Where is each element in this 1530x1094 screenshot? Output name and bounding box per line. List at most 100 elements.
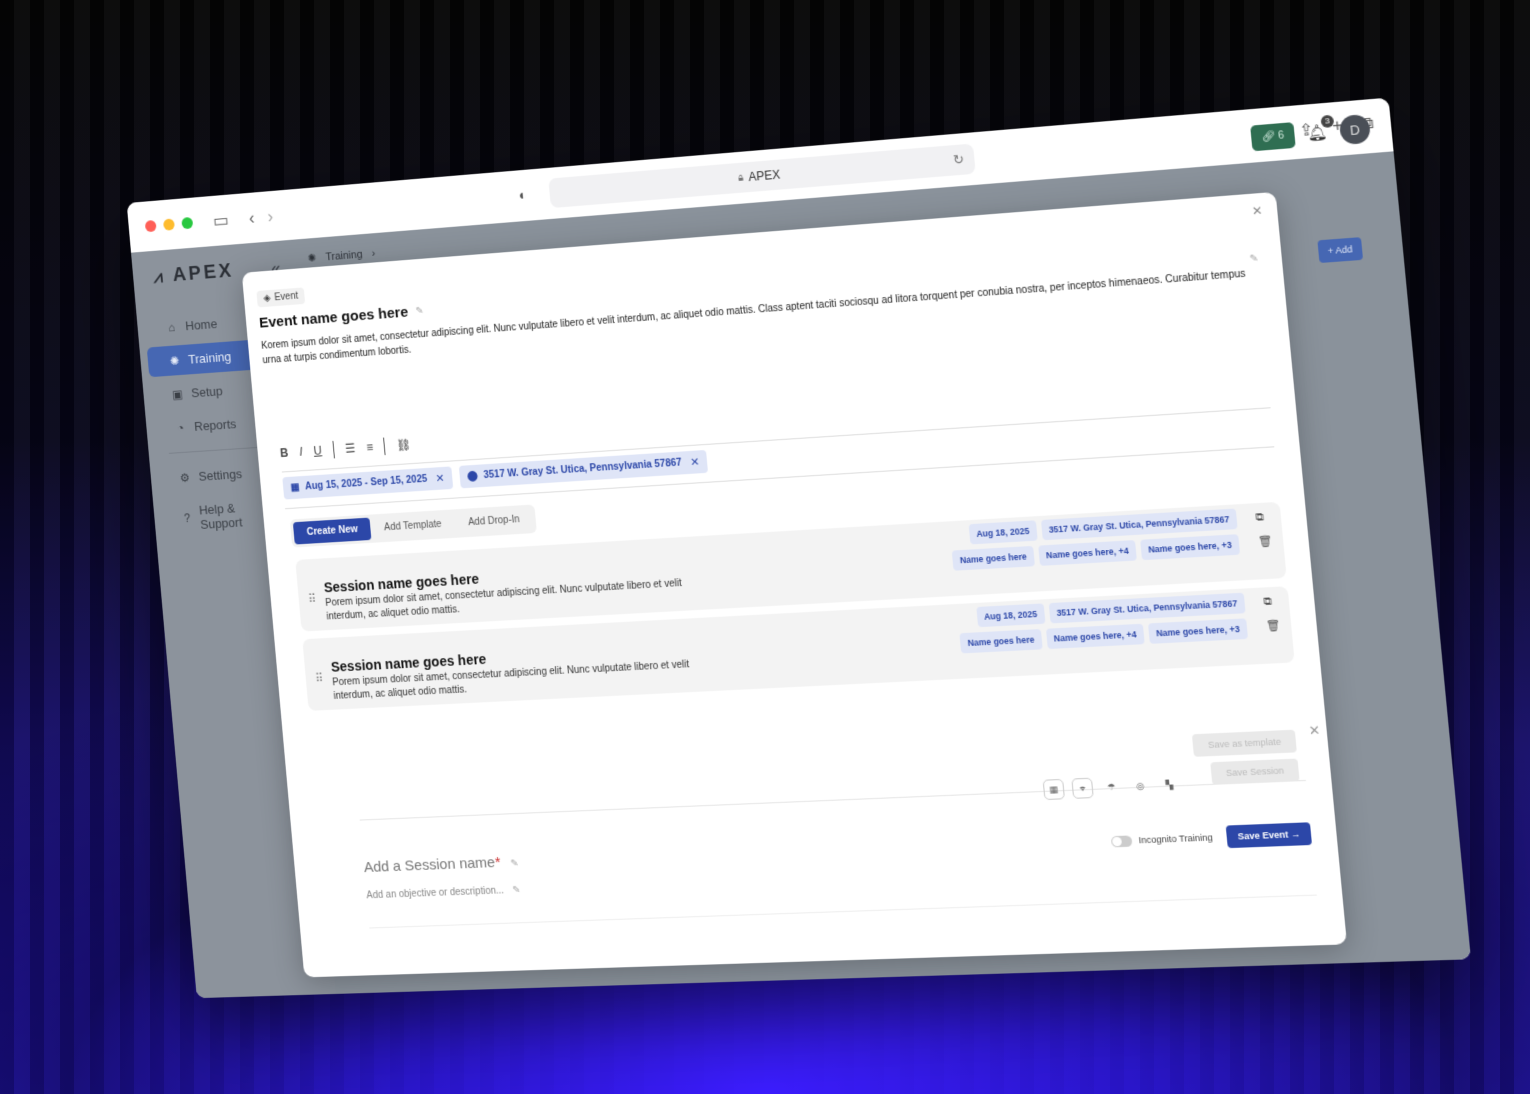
location-pin-icon[interactable]: ⌖: [1071, 777, 1094, 799]
close-icon[interactable]: ✕: [1251, 203, 1263, 218]
incognito-toggle-row: Incognito Training: [1111, 832, 1213, 847]
avatar[interactable]: D: [1338, 113, 1372, 146]
bold-button[interactable]: B: [280, 446, 289, 460]
date-chip[interactable]: ▦ Aug 15, 2025 - Sep 15, 2025 ✕: [282, 466, 454, 500]
remove-date-icon[interactable]: ✕: [435, 472, 445, 485]
calendar-icon[interactable]: ▦: [1042, 778, 1065, 801]
reload-icon[interactable]: ↻: [952, 151, 965, 168]
zoom-window-button[interactable]: [181, 216, 194, 230]
session-chips: Aug 18, 2025 3517 W. Gray St. Utica, Pen…: [887, 508, 1241, 575]
required-mark: *: [494, 854, 502, 871]
session-objective-input[interactable]: Add an objective or description... ✎: [366, 885, 521, 901]
sidebar-item-label: Home: [184, 316, 218, 334]
location-chip-label: 3517 W. Gray St. Utica, Pennsylvania 578…: [483, 457, 683, 482]
divider: [369, 894, 1317, 929]
save-session-button[interactable]: Save Session: [1210, 758, 1300, 785]
save-event-button[interactable]: Save Event →: [1226, 822, 1313, 849]
session-groups-chip[interactable]: Name goes here, +3: [1147, 618, 1249, 644]
session-date-chip[interactable]: Aug 18, 2025: [968, 520, 1038, 545]
tab-add-template[interactable]: Add Template: [370, 512, 456, 540]
bullet-list-icon[interactable]: ☰: [344, 441, 355, 455]
session-actions: ⧉ 🗑︎: [1255, 511, 1273, 548]
tab-add-drop-in[interactable]: Add Drop-In: [454, 508, 534, 535]
date-chip-label: Aug 15, 2025 - Sep 15, 2025: [304, 473, 428, 493]
arrow-right-icon: →: [1290, 828, 1301, 840]
link-count: 6: [1277, 129, 1285, 142]
drag-handle-icon[interactable]: ⠿: [315, 671, 323, 685]
pencil-icon[interactable]: ✎: [512, 885, 521, 896]
back-icon[interactable]: ‹: [248, 208, 255, 228]
sidebar-divider: [168, 446, 267, 454]
drag-handle-icon[interactable]: ⠿: [307, 592, 315, 606]
breadcrumb-current[interactable]: Training: [325, 248, 363, 263]
training-icon: ✺: [307, 252, 317, 265]
session-name-input[interactable]: Add a Session name* ✎: [363, 853, 519, 876]
underline-button[interactable]: U: [313, 444, 322, 458]
link-icon: 🔗︎: [1261, 130, 1276, 143]
link-icon[interactable]: ⛓: [396, 438, 412, 453]
sidebar-item-label: Help & Support: [198, 500, 243, 532]
session-name-placeholder: Add a Session name: [363, 854, 496, 876]
session-tabs: Create New Add Template Add Drop-In: [289, 504, 538, 548]
event-modal: ✕ ◈ Event Event name goes here ✎ Korem ip…: [241, 191, 1348, 978]
instructor-icon[interactable]: ☂: [1100, 776, 1123, 797]
session-location-chip[interactable]: 3517 W. Gray St. Utica, Pennsylvania 578…: [1048, 592, 1246, 624]
duplicate-icon[interactable]: ⧉: [1263, 595, 1279, 609]
session-instructor-chip[interactable]: Name goes here: [959, 629, 1043, 654]
address-text: APEX: [747, 167, 781, 185]
pencil-icon[interactable]: ✎: [1249, 253, 1259, 265]
save-as-template-button[interactable]: Save as template: [1192, 729, 1297, 757]
event-title-text: Event name goes here: [258, 303, 409, 332]
home-icon: ⌂: [167, 320, 176, 334]
help-icon: ?: [183, 511, 191, 526]
pencil-icon[interactable]: ✎: [510, 858, 519, 869]
link-badge[interactable]: 🔗︎ 6: [1249, 121, 1296, 151]
pencil-icon[interactable]: ✎: [415, 306, 424, 317]
session-attendees-chip[interactable]: Name goes here, +4: [1045, 623, 1145, 650]
attendee-icon[interactable]: ◎: [1129, 775, 1152, 796]
bell-icon[interactable]: 🔔︎ 3: [1306, 114, 1335, 143]
location-pin-icon: ⬤: [466, 470, 479, 483]
close-icon[interactable]: ✕: [1308, 722, 1321, 739]
composer-actions: Save as template Save Session: [1192, 729, 1300, 786]
close-window-button[interactable]: [144, 219, 157, 233]
group-icon[interactable]: ▚: [1158, 774, 1181, 795]
duplicate-icon[interactable]: ⧉: [1255, 511, 1271, 525]
app-root: 🔗︎ 6 🔔︎ 3 D ⩘ APEX ⌂ Home ✺ Training ▣ Setup…: [131, 113, 1471, 999]
session-chips: Aug 18, 2025 3517 W. Gray St. Utica, Pen…: [895, 592, 1249, 657]
event-tag: ◈ Event: [256, 287, 306, 308]
gear-icon: ⚙: [179, 470, 191, 485]
session-date-chip[interactable]: Aug 18, 2025: [975, 603, 1046, 628]
session-instructor-chip[interactable]: Name goes here: [951, 545, 1035, 571]
toolbar-divider: [332, 440, 335, 459]
remove-location-icon[interactable]: ✕: [690, 455, 700, 468]
incognito-label: Incognito Training: [1138, 832, 1214, 846]
add-button[interactable]: + Add: [1317, 237, 1364, 264]
calendar-icon: ▦: [290, 482, 300, 494]
numbered-list-icon[interactable]: ≡: [366, 440, 374, 454]
toolbar-divider: [383, 437, 387, 456]
minimize-window-button[interactable]: [162, 218, 175, 231]
sidebar-item-label: Training: [187, 349, 232, 367]
event-tag-label: Event: [273, 290, 299, 304]
shield-icon[interactable]: ◐: [518, 186, 528, 202]
lock-icon: 🔒︎: [737, 172, 744, 184]
italic-button[interactable]: I: [299, 445, 303, 459]
save-event-label: Save Event: [1237, 829, 1289, 842]
window-controls: [144, 216, 194, 233]
incognito-toggle[interactable]: [1111, 834, 1133, 847]
trash-icon[interactable]: 🗑︎: [1265, 619, 1281, 633]
sidebar-toggle-icon[interactable]: ▭: [212, 210, 229, 230]
breadcrumb: ✺ Training ›: [307, 247, 376, 265]
trash-icon[interactable]: 🗑︎: [1257, 534, 1273, 548]
session-attendees-chip[interactable]: Name goes here, +4: [1038, 540, 1137, 566]
browser-window: ▭ ‹ › ◐ 🔒︎ APEX ↻ ⊙ ⇪ + ⧉ 🔗︎ 6 🔔︎3 D: [126, 97, 1471, 999]
chart-icon: ◔: [176, 420, 185, 435]
session-groups-chip[interactable]: Name goes here, +3: [1140, 534, 1241, 561]
tab-create-new[interactable]: Create New: [292, 517, 372, 545]
sidebar-item-label: Reports: [193, 416, 237, 434]
notification-count: 3: [1320, 114, 1335, 129]
sidebar-item-label: Settings: [198, 466, 243, 484]
forward-icon[interactable]: ›: [267, 206, 274, 226]
location-chip[interactable]: ⬤ 3517 W. Gray St. Utica, Pennsylvania 57…: [458, 449, 709, 489]
